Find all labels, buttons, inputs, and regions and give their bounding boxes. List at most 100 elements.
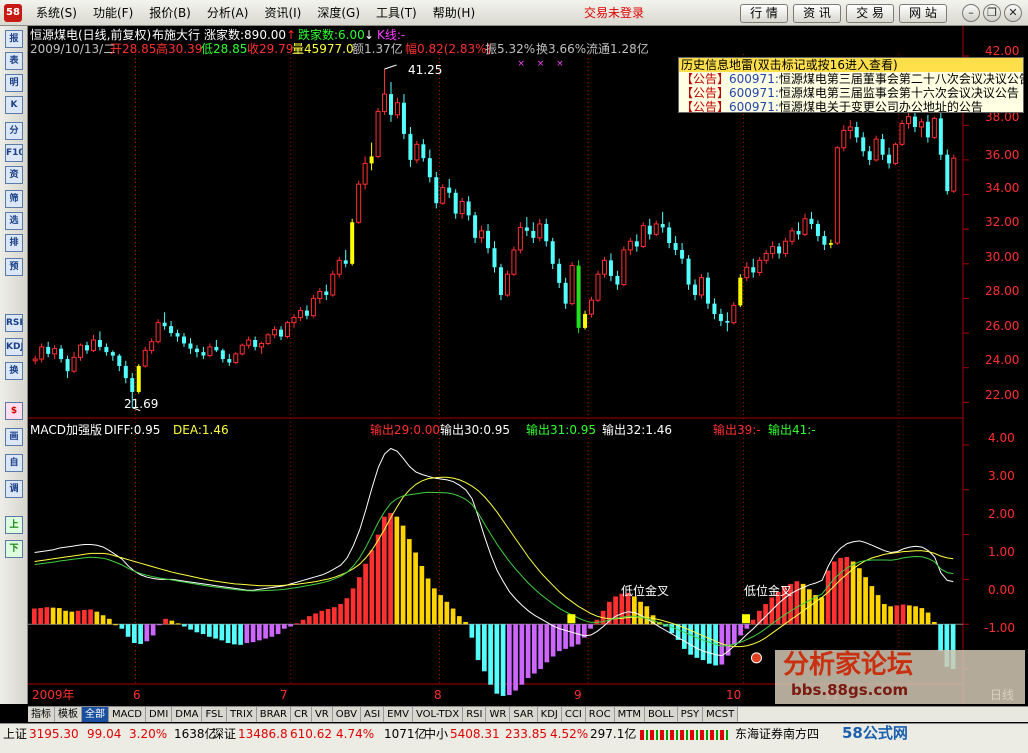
announcement-item[interactable]: 【公告】600971:恒源煤电第三届董事会第二十八次会议决议公告: [679, 72, 1028, 86]
report-icon[interactable]: 报: [5, 30, 23, 48]
dollar-icon[interactable]: $: [5, 402, 23, 420]
sz-value: 13486.8: [238, 727, 288, 741]
candle-body: [673, 243, 678, 250]
history-info-box[interactable]: 历史信息地雷(双击标记或按16进入查看) 【公告】600971:恒源煤电第三届董…: [678, 57, 1028, 114]
menu-quote[interactable]: 报价(B): [141, 0, 199, 26]
candle-body: [517, 226, 523, 251]
indicator-tab-fsl[interactable]: FSL: [202, 707, 227, 722]
menu-analysis[interactable]: 分析(A): [199, 0, 257, 26]
macd-bar: [688, 624, 693, 655]
macd-bar: [450, 608, 456, 625]
macd-bar: [888, 606, 893, 625]
indicator-tab-mcst[interactable]: MCST: [703, 707, 739, 722]
indicator-tab-boll[interactable]: BOLL: [644, 707, 678, 722]
menu-system[interactable]: 系统(S): [28, 0, 85, 26]
indicator-tab-rsi[interactable]: RSI: [463, 707, 487, 722]
candle-body: [537, 223, 543, 239]
custom-icon[interactable]: 自: [5, 454, 23, 472]
indicator-tab-macd[interactable]: MACD: [109, 707, 146, 722]
restore-icon[interactable]: ❐: [983, 4, 1001, 22]
price-axis-label: 28.00: [985, 284, 1020, 298]
minute-chart-icon[interactable]: 分: [5, 122, 23, 140]
draw-icon[interactable]: 画: [5, 428, 23, 446]
macd-diff-value: DIFF:0.95: [104, 423, 161, 437]
menu-tools[interactable]: 工具(T): [368, 0, 425, 26]
kline-icon[interactable]: K: [5, 96, 23, 114]
candle-body: [531, 230, 536, 238]
indicator-tab-指标[interactable]: 指标: [28, 707, 55, 722]
info-icon[interactable]: 资: [5, 166, 23, 184]
indicator-tab-roc[interactable]: ROC: [585, 707, 615, 722]
kdj-icon[interactable]: KDJ: [5, 338, 23, 356]
menu-bar: 58 系统(S) 功能(F) 报价(B) 分析(A) 资讯(I) 深度(G) 工…: [0, 0, 1028, 26]
indicator-tab-brar[interactable]: BRAR: [256, 707, 291, 722]
close-icon[interactable]: ✕: [1004, 4, 1022, 22]
sort-icon[interactable]: 排: [5, 234, 23, 252]
indicator-tab-trix[interactable]: TRIX: [226, 707, 257, 722]
indicator-tab-dma[interactable]: DMA: [172, 707, 203, 722]
switch-icon[interactable]: 换: [5, 362, 23, 380]
candle-body: [440, 187, 446, 204]
announcement-item[interactable]: 【公告】600971:恒源煤电关于变更公司办公地址的公告: [679, 100, 1023, 114]
announcement-item[interactable]: 【公告】600971:恒源煤电第三届监事会第十六次会议决议公告: [679, 86, 1023, 100]
candle-body: [427, 158, 432, 178]
macd-bar: [157, 624, 162, 626]
indicator-tab-mtm[interactable]: MTM: [614, 707, 645, 722]
macd-bar: [857, 568, 862, 625]
indicator-tab-dmi[interactable]: DMI: [145, 707, 173, 722]
candle-body: [640, 225, 646, 247]
chart-canvas[interactable]: × × ×: [28, 26, 1028, 704]
f10-icon[interactable]: F10: [5, 144, 23, 162]
macd-bar: [263, 624, 268, 639]
indicator-tab-cci[interactable]: CCI: [561, 707, 586, 722]
macd-indicator-name[interactable]: MACD加强版: [30, 423, 102, 437]
market-button[interactable]: 行 情: [740, 4, 788, 23]
indicator-tab-vol-tdx[interactable]: VOL-TDX: [412, 707, 464, 722]
indicator-tab-vr[interactable]: VR: [311, 707, 333, 722]
adjust-icon[interactable]: 调: [5, 480, 23, 498]
candle-body: [434, 177, 439, 204]
candle-body: [660, 223, 665, 228]
alert-icon[interactable]: 预: [5, 258, 23, 276]
arrow-down-icon[interactable]: 下: [5, 540, 23, 558]
rsi-icon[interactable]: RSI: [5, 314, 23, 332]
indicator-tab-全部[interactable]: 全部: [82, 707, 109, 722]
candle-body: [828, 243, 833, 245]
select-icon[interactable]: 选: [5, 212, 23, 230]
indicator-tab-asi[interactable]: ASI: [361, 707, 385, 722]
indicator-tab-wr[interactable]: WR: [486, 707, 511, 722]
macd-bar: [238, 624, 243, 645]
candle-body: [738, 277, 743, 306]
website-button[interactable]: 网 站: [899, 4, 947, 23]
macd-bar: [819, 597, 825, 625]
macd-bar: [294, 623, 300, 625]
filter-icon[interactable]: 筛: [5, 190, 23, 208]
kline-chart-area[interactable]: × × × 恒源煤电(日线,前复权) 布施大行 涨家数:890.00 ↑ 跌家数:6…: [28, 26, 1028, 704]
float-value: 流通1.28亿: [586, 42, 649, 56]
indicator-tab-模板[interactable]: 模板: [55, 707, 82, 722]
output-39: 输出39:-: [713, 423, 761, 437]
minimize-icon[interactable]: –: [962, 4, 980, 22]
menu-depth[interactable]: 深度(G): [309, 0, 368, 26]
macd-bar: [869, 586, 875, 625]
indicator-tab-psy[interactable]: PSY: [677, 707, 704, 722]
indicator-tab-kdj[interactable]: KDJ: [537, 707, 562, 722]
macd-bar: [188, 624, 193, 630]
candle-body: [182, 336, 187, 344]
macd-bar: [319, 610, 325, 625]
trade-button[interactable]: 交 易: [846, 4, 894, 23]
table-icon[interactable]: 表: [5, 52, 23, 70]
indicator-tab-sar[interactable]: SAR: [510, 707, 538, 722]
candle-body: [59, 348, 64, 360]
menu-help[interactable]: 帮助(H): [425, 0, 483, 26]
candle-body: [621, 249, 627, 286]
news-button[interactable]: 资 讯: [793, 4, 841, 23]
detail-icon[interactable]: 明: [5, 74, 23, 92]
indicator-tab-cr[interactable]: CR: [291, 707, 312, 722]
menu-info[interactable]: 资讯(I): [256, 0, 309, 26]
watermark-logo: 分析家论坛 bbs.88gs.com: [775, 650, 1025, 704]
arrow-up-icon[interactable]: 上: [5, 516, 23, 534]
menu-function[interactable]: 功能(F): [85, 0, 141, 26]
indicator-tab-emv[interactable]: EMV: [384, 707, 413, 722]
indicator-tab-obv[interactable]: OBV: [332, 707, 361, 722]
